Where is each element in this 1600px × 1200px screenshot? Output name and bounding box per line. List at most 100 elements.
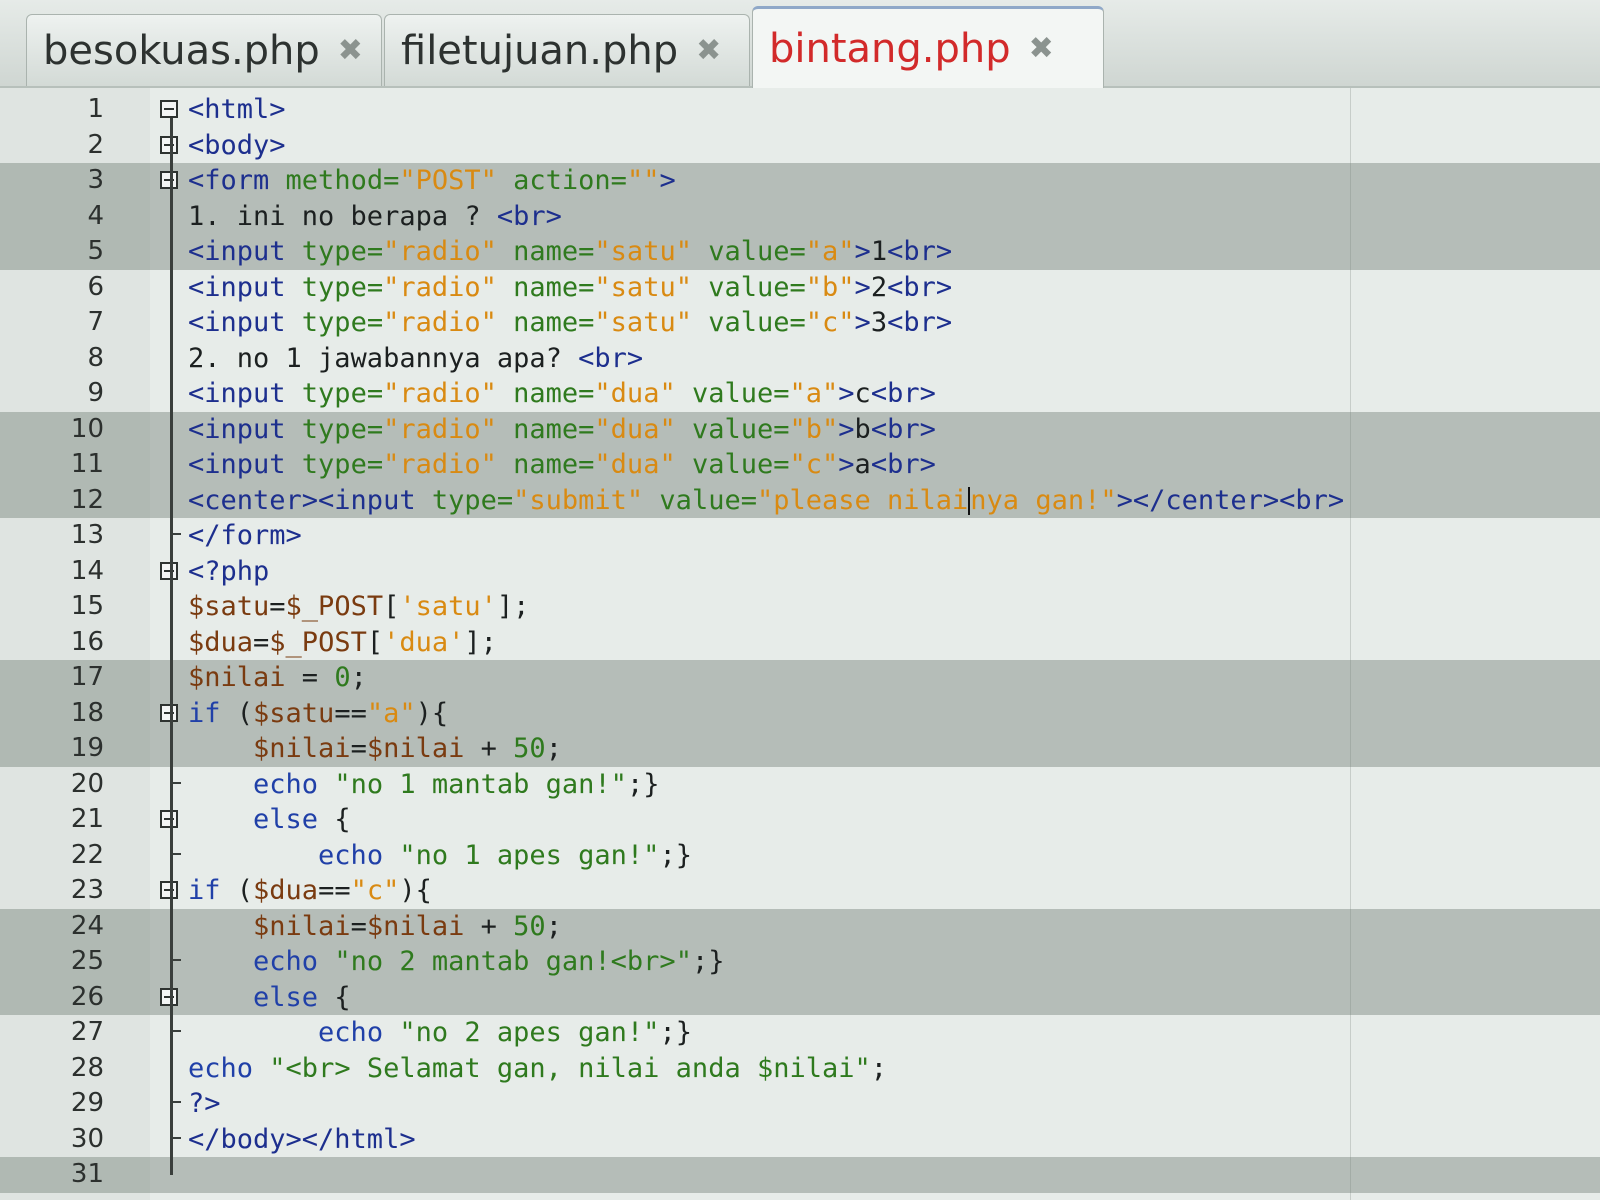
code-token: name= bbox=[496, 378, 595, 409]
fold-collapse-icon[interactable] bbox=[160, 561, 178, 580]
code-token: 1. ini no berapa ? bbox=[188, 200, 497, 232]
code-token: ;} bbox=[659, 1017, 692, 1048]
code-line[interactable]: 2 <body> bbox=[0, 128, 1600, 164]
code-token: else bbox=[253, 981, 319, 1013]
code-text: $dua=$_POST['dua']; bbox=[188, 625, 497, 660]
code-line[interactable]: 30 </body></html> bbox=[0, 1122, 1600, 1158]
fold-collapse-icon[interactable] bbox=[160, 810, 178, 828]
line-number: 22 bbox=[70, 839, 104, 870]
code-token: 50 bbox=[513, 733, 546, 764]
code-token: "no 1 mantab gan!" bbox=[334, 768, 627, 800]
code-token: "radio" bbox=[383, 271, 497, 303]
code-line[interactable]: 25 echo "no 2 mantab gan!<br>";} bbox=[0, 944, 1600, 980]
code-token: $_POST bbox=[285, 591, 384, 622]
close-icon[interactable]: ✖ bbox=[338, 33, 363, 68]
code-line[interactable]: 26 else { bbox=[0, 979, 1600, 1015]
code-line[interactable]: 17 $nilai = 0; bbox=[0, 660, 1600, 696]
code-token: ; bbox=[545, 733, 562, 764]
code-token: "submit" bbox=[513, 484, 644, 516]
code-line[interactable]: 10 <input type="radio" name="dua" value="… bbox=[0, 411, 1600, 447]
code-line[interactable]: 11 <input type="radio" name="dua" value="… bbox=[0, 447, 1600, 483]
fold-collapse-icon[interactable] bbox=[160, 100, 178, 118]
code-line[interactable]: 12 <center><input type="submit" value="pl… bbox=[0, 482, 1600, 518]
code-line[interactable]: 15 $satu=$_POST['satu']; bbox=[0, 589, 1600, 625]
code-text: $nilai=$nilai + 50; bbox=[188, 909, 562, 944]
code-text: echo "no 2 apes gan!";} bbox=[188, 1015, 692, 1050]
code-line[interactable]: 27 echo "no 2 apes gan!";} bbox=[0, 1015, 1600, 1051]
fold-collapse-icon[interactable] bbox=[160, 171, 178, 189]
code-token: 50 bbox=[513, 910, 546, 942]
code-token: value= bbox=[691, 271, 806, 303]
line-number: 9 bbox=[87, 378, 104, 408]
line-number: 19 bbox=[70, 733, 104, 763]
code-token: <html> bbox=[188, 94, 286, 125]
close-icon[interactable]: ✖ bbox=[1029, 31, 1054, 66]
code-token: $nilai bbox=[253, 910, 351, 942]
line-number: 30 bbox=[70, 1123, 104, 1154]
code-line[interactable]: 5 <input type="radio" name="satu" value="… bbox=[0, 234, 1600, 270]
code-token: "a" bbox=[805, 236, 855, 267]
code-token: "radio" bbox=[383, 307, 497, 338]
fold-collapse-icon[interactable] bbox=[160, 987, 178, 1006]
line-number: 4 bbox=[87, 200, 104, 231]
code-token: <br> bbox=[870, 449, 936, 480]
code-token: action= bbox=[496, 165, 627, 196]
code-line[interactable]: 6 <input type="radio" name="satu" value="… bbox=[0, 270, 1600, 306]
code-line[interactable]: 24 $nilai=$nilai + 50; bbox=[0, 908, 1600, 944]
code-token: "please nilai bbox=[756, 484, 969, 516]
code-token: "satu" bbox=[594, 236, 692, 267]
code-line[interactable]: 28 echo "<br> Selamat gan, nilai anda $ni… bbox=[0, 1051, 1600, 1087]
code-token: ){ bbox=[399, 875, 432, 906]
code-line[interactable]: 18 if ($satu=="a"){ bbox=[0, 695, 1600, 731]
fold-collapse-icon[interactable] bbox=[160, 135, 178, 154]
code-token: value= bbox=[691, 236, 806, 267]
code-line[interactable]: 31 bbox=[0, 1157, 1600, 1193]
line-number: 10 bbox=[70, 413, 104, 444]
fold-collapse-icon[interactable] bbox=[160, 881, 178, 899]
code-token: "radio" bbox=[383, 236, 497, 267]
code-text: else { bbox=[188, 980, 351, 1015]
code-line[interactable]: 19 $nilai=$nilai + 50; bbox=[0, 731, 1600, 767]
code-token: echo bbox=[318, 839, 384, 871]
tab-bintang[interactable]: bintang.php ✖ bbox=[752, 6, 1104, 88]
close-icon[interactable]: ✖ bbox=[696, 33, 721, 68]
code-line[interactable]: 22 echo "no 1 apes gan!";} bbox=[0, 838, 1600, 874]
code-line[interactable]: 16 $dua=$_POST['dua']; bbox=[0, 625, 1600, 661]
code-token: "dua" bbox=[594, 413, 676, 445]
code-token: value= bbox=[691, 307, 806, 338]
line-number: 16 bbox=[70, 626, 104, 657]
code-line[interactable]: 23 if ($dua=="c"){ bbox=[0, 873, 1600, 909]
code-text: 2. no 1 jawabannya apa? <br> bbox=[188, 341, 643, 376]
code-token: "b" bbox=[805, 271, 855, 303]
code-line[interactable]: 9 <input type="radio" name="dua" value="a… bbox=[0, 376, 1600, 412]
code-line[interactable]: 14 <?php bbox=[0, 554, 1600, 590]
code-text: echo "no 2 mantab gan!<br>";} bbox=[188, 944, 724, 979]
code-token: <input bbox=[188, 271, 302, 303]
code-token: <br> bbox=[578, 342, 644, 374]
code-token: ?> bbox=[188, 1088, 221, 1119]
tab-besokuas[interactable]: besokuas.php ✖ bbox=[26, 14, 382, 86]
code-editor[interactable]: 1 <html> 2 <body> 3 <form method="POST" actio… bbox=[0, 88, 1600, 1200]
code-line[interactable]: 4 1. ini no berapa ? <br> bbox=[0, 198, 1600, 234]
code-line[interactable]: 3 <form method="POST" action=""> bbox=[0, 163, 1600, 199]
line-number: 20 bbox=[70, 768, 104, 799]
fold-collapse-icon[interactable] bbox=[160, 703, 178, 722]
code-token: type= bbox=[301, 307, 384, 338]
code-line[interactable]: 20 echo "no 1 mantab gan!";} bbox=[0, 767, 1600, 803]
code-line[interactable]: 29 ?> bbox=[0, 1086, 1600, 1122]
code-token: a bbox=[854, 449, 871, 480]
code-token: = bbox=[253, 626, 270, 658]
code-token: <br> bbox=[870, 378, 936, 409]
code-token: "dua" bbox=[594, 449, 676, 480]
code-line[interactable]: 8 2. no 1 jawabannya apa? <br> bbox=[0, 341, 1600, 377]
tab-filetujuan[interactable]: filetujuan.php ✖ bbox=[384, 14, 750, 86]
code-line[interactable]: 13 </form> bbox=[0, 518, 1600, 554]
code-line[interactable]: 7 <input type="radio" name="satu" value="… bbox=[0, 305, 1600, 341]
code-line[interactable]: 1 <html> bbox=[0, 92, 1600, 128]
code-token: name= bbox=[496, 449, 595, 480]
code-line[interactable]: 21 else { bbox=[0, 802, 1600, 838]
